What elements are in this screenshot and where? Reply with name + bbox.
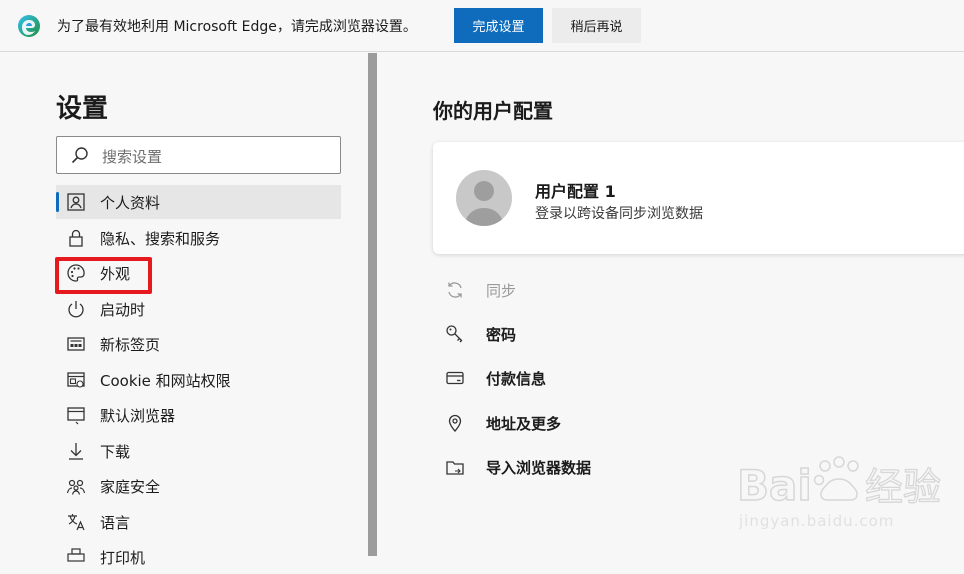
sidebar-scrollbar[interactable] — [368, 53, 377, 556]
sidebar-item-label: 下载 — [100, 443, 131, 461]
option-addresses[interactable]: 地址及更多 — [433, 406, 933, 440]
key-icon — [446, 325, 463, 343]
sidebar-item-cookies[interactable]: Cookie 和网站权限 — [56, 363, 341, 397]
banner-message: 为了最有效地利用 Microsoft Edge，请完成浏览器设置。 — [57, 19, 417, 35]
search-placeholder: 搜索设置 — [102, 148, 163, 166]
sidebar-item-languages[interactable]: 语言 — [56, 505, 341, 539]
avatar — [456, 170, 512, 226]
watermark-url: jingyan.baidu.com — [739, 512, 895, 530]
option-label: 付款信息 — [486, 370, 547, 388]
sidebar-item-family[interactable]: 家庭安全 — [56, 469, 341, 503]
baidu-paw-logo-icon: Bai 经验 — [736, 456, 942, 511]
baidu-jingyan-watermark: Bai 经验 jingyan.baidu.com — [735, 452, 955, 542]
edge-logo-icon — [18, 15, 40, 37]
lock-icon — [69, 229, 83, 247]
sidebar-item-startup[interactable]: 启动时 — [56, 292, 341, 326]
appearance-highlight-box — [55, 257, 152, 294]
location-icon — [448, 414, 462, 432]
language-icon — [68, 514, 85, 531]
power-icon — [68, 301, 84, 318]
sidebar-item-printers[interactable]: 打印机 — [56, 540, 341, 574]
site-permissions-icon — [67, 372, 85, 388]
sidebar-item-label: 新标签页 — [100, 336, 161, 354]
new-tab-icon — [67, 337, 85, 351]
option-payment[interactable]: 付款信息 — [433, 361, 933, 395]
sidebar-item-label: 家庭安全 — [100, 478, 161, 496]
search-settings-input[interactable]: 搜索设置 — [56, 136, 341, 174]
sidebar-item-default-browser[interactable]: 默认浏览器 — [56, 398, 341, 432]
avatar-person-icon — [464, 181, 504, 226]
svg-text:Bai: Bai — [737, 461, 812, 510]
profile-icon — [67, 193, 85, 211]
profile-card[interactable]: 用户配置 1 登录以跨设备同步浏览数据 — [433, 142, 964, 254]
search-icon — [71, 147, 88, 164]
sidebar-item-profile[interactable]: 个人资料 — [56, 185, 341, 219]
setup-banner: 为了最有效地利用 Microsoft Edge，请完成浏览器设置。 完成设置 稍… — [0, 0, 964, 52]
profile-name: 用户配置 1 — [535, 182, 616, 201]
sidebar-item-label: 默认浏览器 — [100, 407, 176, 425]
sidebar-item-privacy[interactable]: 隐私、搜索和服务 — [56, 221, 341, 255]
download-icon — [69, 443, 83, 460]
sidebar-item-label: 隐私、搜索和服务 — [100, 230, 221, 248]
sidebar-item-label: 启动时 — [100, 301, 146, 319]
option-label: 地址及更多 — [486, 415, 562, 433]
sidebar-item-label: 个人资料 — [100, 194, 161, 212]
complete-setup-button[interactable]: 完成设置 — [454, 8, 543, 43]
option-passwords[interactable]: 密码 — [433, 317, 933, 351]
profile-sync-hint: 登录以跨设备同步浏览数据 — [535, 206, 703, 222]
sidebar-item-label: 语言 — [100, 514, 131, 532]
option-label: 同步 — [486, 282, 517, 300]
family-icon — [66, 479, 86, 495]
default-browser-icon — [67, 407, 85, 425]
sync-icon — [448, 282, 462, 298]
printer-icon — [67, 548, 85, 562]
card-icon — [446, 371, 464, 385]
sidebar-item-new-tab[interactable]: 新标签页 — [56, 327, 341, 361]
page-title: 你的用户配置 — [433, 99, 553, 123]
settings-title: 设置 — [56, 94, 109, 124]
svg-text:经验: 经验 — [865, 465, 941, 509]
option-sync[interactable]: 同步 — [433, 273, 933, 307]
import-icon — [446, 461, 464, 475]
option-label: 密码 — [486, 326, 517, 344]
sidebar-item-label: 打印机 — [100, 549, 146, 567]
sidebar-item-label: Cookie 和网站权限 — [100, 372, 231, 390]
later-button[interactable]: 稍后再说 — [552, 8, 641, 43]
option-label: 导入浏览器数据 — [486, 459, 592, 477]
sidebar-item-downloads[interactable]: 下载 — [56, 434, 341, 468]
